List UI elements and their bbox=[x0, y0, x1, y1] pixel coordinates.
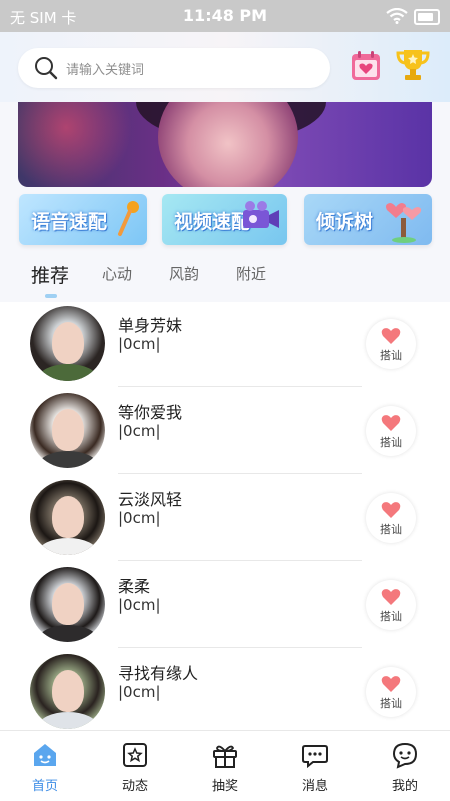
tab-heartbeat[interactable]: 心动 bbox=[102, 263, 132, 284]
greet-button[interactable]: 搭讪 bbox=[366, 493, 416, 543]
greet-button[interactable]: 搭讪 bbox=[366, 667, 416, 717]
search-input[interactable]: 请输入关键词 bbox=[18, 48, 330, 88]
greet-label: 搭讪 bbox=[380, 349, 402, 362]
greet-label: 搭讪 bbox=[380, 436, 402, 449]
nav-moments-label: 动态 bbox=[121, 779, 148, 794]
nav-profile[interactable]: 我的 bbox=[360, 731, 450, 801]
promo-banner[interactable] bbox=[18, 102, 432, 187]
chat-bubble-icon bbox=[301, 741, 329, 773]
user-name: 寻找有缘人 bbox=[118, 664, 199, 683]
heart-icon bbox=[381, 588, 401, 610]
row-divider bbox=[118, 386, 362, 387]
greet-label: 搭讪 bbox=[380, 697, 402, 710]
user-name: 等你爱我 bbox=[118, 403, 183, 422]
nav-messages[interactable]: 消息 bbox=[270, 731, 360, 801]
category-tabs: 推荐 心动 风韵 附近 bbox=[0, 255, 450, 299]
tab-charm[interactable]: 风韵 bbox=[169, 263, 199, 284]
user-height: |0cm| bbox=[118, 422, 161, 440]
banner-glow bbox=[18, 102, 138, 187]
video-camera-icon bbox=[241, 200, 281, 238]
heart-icon bbox=[381, 327, 401, 349]
user-height: |0cm| bbox=[118, 335, 161, 353]
user-name: 单身芳妹 bbox=[118, 316, 183, 335]
star-square-icon bbox=[121, 741, 149, 773]
voice-match-card[interactable]: 语音速配 bbox=[19, 194, 147, 245]
nav-profile-label: 我的 bbox=[391, 779, 418, 794]
user-name: 云淡风轻 bbox=[118, 490, 183, 509]
tab-recommend[interactable]: 推荐 bbox=[31, 261, 69, 288]
status-bar: 无 SIM 卡 11:48 PM bbox=[0, 0, 450, 32]
list-item[interactable]: 寻找有缘人 |0cm| 搭讪 bbox=[0, 650, 450, 730]
home-icon bbox=[31, 741, 59, 773]
clock: 11:48 PM bbox=[182, 6, 268, 25]
avatar[interactable] bbox=[30, 393, 105, 468]
nav-lottery[interactable]: 抽奖 bbox=[180, 731, 270, 801]
header: 请输入关键词 bbox=[0, 32, 450, 102]
list-item[interactable]: 单身芳妹 |0cm| 搭讪 bbox=[0, 302, 450, 389]
nav-home[interactable]: 首页 bbox=[0, 731, 90, 801]
trophy-icon[interactable] bbox=[395, 48, 431, 86]
user-height: |0cm| bbox=[118, 596, 161, 614]
nav-messages-label: 消息 bbox=[301, 779, 328, 794]
heart-icon bbox=[381, 414, 401, 436]
smiley-bubble-icon bbox=[391, 741, 419, 773]
tab-nearby[interactable]: 附近 bbox=[236, 263, 266, 284]
avatar[interactable] bbox=[30, 306, 105, 381]
avatar[interactable] bbox=[30, 480, 105, 555]
avatar[interactable] bbox=[30, 654, 105, 729]
avatar[interactable] bbox=[30, 567, 105, 642]
greet-button[interactable]: 搭讪 bbox=[366, 406, 416, 456]
user-name: 柔柔 bbox=[118, 577, 151, 596]
greet-label: 搭讪 bbox=[380, 610, 402, 623]
greet-label: 搭讪 bbox=[380, 523, 402, 536]
heart-tree-icon bbox=[382, 200, 426, 245]
list-item[interactable]: 等你爱我 |0cm| 搭讪 bbox=[0, 389, 450, 476]
greet-button[interactable]: 搭讪 bbox=[366, 580, 416, 630]
user-list: 单身芳妹 |0cm| 搭讪 等你爱我 |0cm| 搭讪 云淡风轻 |0cm| 搭… bbox=[0, 302, 450, 730]
active-tab-indicator bbox=[45, 294, 57, 298]
search-placeholder: 请输入关键词 bbox=[66, 63, 145, 78]
gift-icon bbox=[211, 741, 239, 773]
confide-tree-card[interactable]: 倾诉树 bbox=[304, 194, 432, 245]
video-match-card[interactable]: 视频速配 bbox=[162, 194, 287, 245]
heart-icon bbox=[381, 501, 401, 523]
list-item[interactable]: 柔柔 |0cm| 搭讪 bbox=[0, 563, 450, 650]
row-divider bbox=[118, 560, 362, 561]
confide-tree-label: 倾诉树 bbox=[316, 211, 374, 233]
voice-match-label: 语音速配 bbox=[31, 211, 108, 233]
battery-icon bbox=[414, 9, 440, 25]
list-item[interactable]: 云淡风轻 |0cm| 搭讪 bbox=[0, 476, 450, 563]
nav-home-label: 首页 bbox=[31, 779, 58, 794]
calendar-heart-icon[interactable] bbox=[350, 50, 382, 86]
greet-button[interactable]: 搭讪 bbox=[366, 319, 416, 369]
heart-icon bbox=[381, 675, 401, 697]
user-height: |0cm| bbox=[118, 509, 161, 527]
microphone-icon bbox=[115, 200, 141, 242]
wifi-icon bbox=[386, 7, 408, 28]
banner-portrait bbox=[158, 102, 298, 187]
row-divider bbox=[118, 647, 362, 648]
video-match-label: 视频速配 bbox=[174, 211, 251, 233]
user-height: |0cm| bbox=[118, 683, 161, 701]
bottom-nav: 首页 动态 抽奖 消息 我的 bbox=[0, 730, 450, 801]
search-icon bbox=[34, 56, 58, 84]
nav-lottery-label: 抽奖 bbox=[211, 779, 238, 794]
nav-moments[interactable]: 动态 bbox=[90, 731, 180, 801]
row-divider bbox=[118, 473, 362, 474]
